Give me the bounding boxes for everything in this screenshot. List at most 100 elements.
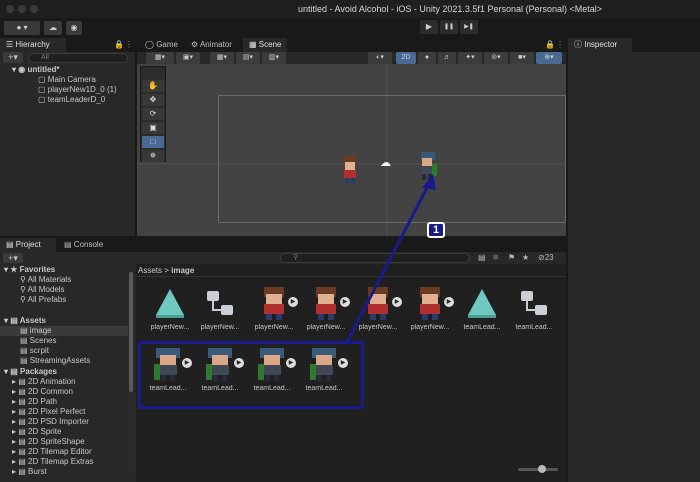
cloud-icon[interactable]: ☁ <box>44 21 62 35</box>
hierarchy-search-input[interactable]: All <box>28 53 128 63</box>
favorite-item[interactable]: ⚲ All Prefabs <box>20 295 66 304</box>
tab-animator[interactable]: ⚙ Animator <box>185 38 238 52</box>
asset-item[interactable]: teamLead... <box>460 285 504 335</box>
zoom-slider-handle[interactable] <box>538 465 546 473</box>
rect-tool-icon[interactable]: □ <box>142 136 164 148</box>
breadcrumb-assets[interactable]: Assets <box>138 266 162 275</box>
hierarchy-item-player[interactable]: ▢ playerNew1D_0 (1) <box>38 85 117 95</box>
hierarchy-item-main-camera[interactable]: ▢ Main Camera <box>38 75 96 85</box>
scene-filter-icon[interactable]: ▤ <box>478 253 486 262</box>
audio-icon[interactable]: ♬ <box>438 52 456 64</box>
scene-grid-icon: ▦ <box>249 40 257 49</box>
inspector-panel: ⓘ Inspector <box>568 38 700 482</box>
account-icon: ● <box>16 23 22 32</box>
folder-icon: ▤ <box>20 336 28 345</box>
folder-item[interactable]: ▤ scrpit <box>20 346 49 355</box>
hierarchy-panel: ☰ Hierarchy 🔒 ⋮ +▾ All ▾ ◉ untitled* ▢ M… <box>0 38 135 236</box>
breadcrumb-image[interactable]: image <box>171 266 194 275</box>
package-item[interactable]: ▸ ▤ 2D Animation <box>12 377 76 386</box>
folder-icon: ▤ <box>10 316 18 325</box>
hierarchy-item-teamleader[interactable]: ▢ teamLeaderD_0 <box>38 95 105 105</box>
lighting-icon[interactable]: ● <box>418 52 436 64</box>
type-filter-icon[interactable]: ⚛ <box>492 253 499 262</box>
more-icon[interactable]: ⋮ <box>556 40 564 49</box>
tree-scrollbar[interactable] <box>128 266 134 474</box>
asset-item[interactable]: playerNew... <box>148 285 192 335</box>
tab-project[interactable]: ▤ Project <box>0 238 56 252</box>
folder-icon: ▤ <box>18 417 26 426</box>
hand-tool-icon[interactable]: ✋ <box>142 80 164 92</box>
folder-icon: ▤ <box>18 387 26 396</box>
favorite-item[interactable]: ⚲ All Models <box>20 285 65 294</box>
label-filter-icon[interactable]: ⚑ <box>508 253 515 262</box>
folder-item[interactable]: ▤ StreamingAssets <box>20 356 90 365</box>
asset-item[interactable]: teamLead... <box>512 285 556 335</box>
package-item[interactable]: ▸ ▤ 2D Tilemap Editor <box>12 447 92 456</box>
package-item[interactable]: ▸ ▤ Burst <box>12 467 47 476</box>
tab-game[interactable]: ◯ Game <box>139 38 184 52</box>
create-button[interactable]: +▾ <box>3 253 23 263</box>
folder-item[interactable]: ▤ Scenes <box>20 336 56 345</box>
grid-snap-dropdown[interactable]: ▦▾ <box>210 52 234 64</box>
hidden-packages-icon[interactable]: ⊘23 <box>538 253 554 262</box>
snap-settings-dropdown[interactable]: ▥▾ <box>262 52 286 64</box>
package-item[interactable]: ▸ ▤ 2D Common <box>12 387 73 396</box>
gameobject-icon: ▢ <box>38 85 46 94</box>
scene-root[interactable]: ▾ ◉ untitled* <box>12 65 59 75</box>
gizmos-dropdown[interactable]: ⊕▾ <box>536 52 562 64</box>
increment-snap-dropdown[interactable]: ▤▾ <box>236 52 260 64</box>
title-bar: untitled - Avoid Alcohol - iOS - Unity 2… <box>0 0 700 18</box>
asset-item[interactable]: ▶ playerNew... <box>252 285 298 335</box>
transform-tool-icon[interactable]: ✵ <box>142 150 164 162</box>
package-item[interactable]: ▸ ▤ 2D Path <box>12 397 57 406</box>
prefab-connect-icon <box>521 291 547 315</box>
folder-item-image[interactable]: ▤ image <box>20 326 52 335</box>
search-icon: ⚲ <box>20 285 26 294</box>
lock-icon[interactable]: 🔒 <box>114 40 124 49</box>
rotate-tool-icon[interactable]: ⟳ <box>142 108 164 120</box>
expand-sprite-icon[interactable]: ▶ <box>444 297 454 307</box>
asset-item[interactable]: playerNew... <box>198 285 242 335</box>
package-item[interactable]: ▸ ▤ 2D SpriteShape <box>12 437 85 446</box>
folder-icon: ▤ <box>18 447 26 456</box>
packages-header[interactable]: ▾ ▤ Packages <box>4 367 57 376</box>
draw-mode-dropdown[interactable]: ▦▾ <box>146 52 174 64</box>
zoom-slider[interactable] <box>518 465 558 473</box>
lock-icon[interactable]: 🔒 <box>545 40 555 49</box>
favorite-item[interactable]: ⚲ All Materials <box>20 275 71 284</box>
folder-icon: ▤ <box>10 367 18 376</box>
effects-dropdown[interactable]: ✦▾ <box>458 52 482 64</box>
scale-tool-icon[interactable]: ▣ <box>142 122 164 134</box>
scrollbar-thumb[interactable] <box>129 272 133 392</box>
tilemap-icon <box>156 289 184 318</box>
player-sprite-icon <box>316 287 336 320</box>
hidden-objects-dropdown[interactable]: ⊘▾ <box>484 52 508 64</box>
annotation-selection-box <box>138 341 364 409</box>
pause-button[interactable]: ❚❚ <box>440 20 458 34</box>
tab-hierarchy[interactable]: ☰ Hierarchy <box>0 38 66 52</box>
collab-icon[interactable]: ◉ <box>66 21 82 35</box>
package-item[interactable]: ▸ ▤ 2D Pixel Perfect <box>12 407 85 416</box>
camera-dropdown[interactable]: ■▾ <box>510 52 534 64</box>
tab-scene[interactable]: ▦ Scene <box>243 38 288 52</box>
tab-inspector[interactable]: ⓘ Inspector <box>568 38 632 52</box>
folder-icon: ▤ <box>18 377 26 386</box>
add-button[interactable]: +▾ <box>3 52 23 63</box>
step-button[interactable]: ▶❚ <box>460 20 478 34</box>
2d-toggle[interactable]: 2D <box>396 52 416 64</box>
move-tool-icon[interactable]: ✥ <box>142 94 164 106</box>
gizmo-cube-dropdown[interactable]: ▣▾ <box>176 52 200 64</box>
tab-console[interactable]: ▤ Console <box>58 238 109 252</box>
package-item[interactable]: ▸ ▤ 2D Sprite <box>12 427 61 436</box>
favorites-header[interactable]: ▾ ★ Favorites <box>4 265 55 274</box>
game-icon: ◯ <box>145 40 154 49</box>
play-button[interactable]: ▶ <box>420 20 438 34</box>
package-item[interactable]: ▸ ▤ 2D Tilemap Extras <box>12 457 93 466</box>
expand-sprite-icon[interactable]: ▶ <box>288 297 298 307</box>
package-item[interactable]: ▸ ▤ 2D PSD Importer <box>12 417 89 426</box>
more-icon[interactable]: ⋮ <box>125 40 133 49</box>
assets-header[interactable]: ▾ ▤ Assets <box>4 316 46 325</box>
shading-dropdown[interactable]: ◐▾ <box>368 52 392 64</box>
account-button[interactable]: ● ▾ <box>4 21 40 35</box>
favorite-icon[interactable]: ★ <box>522 253 529 262</box>
